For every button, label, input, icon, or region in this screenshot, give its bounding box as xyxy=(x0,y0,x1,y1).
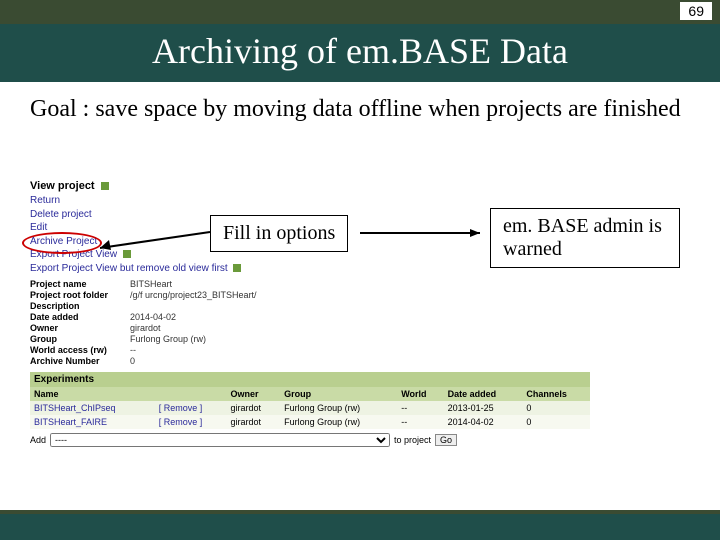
field-value: /g/f urcng/project23_BITSHeart/ xyxy=(130,290,257,300)
cell: 2013-01-25 xyxy=(444,401,523,415)
add-experiment-row: Add ---- to project Go xyxy=(30,433,590,447)
title-band: Archiving of em.BASE Data xyxy=(0,24,720,82)
project-fields: Project nameBITSHeart Project root folde… xyxy=(30,279,590,366)
arrow-right xyxy=(360,228,490,238)
col-blank xyxy=(155,387,227,401)
goal-text: Goal : save space by moving data offline… xyxy=(0,82,720,134)
cell: girardot xyxy=(227,401,281,415)
field-label: Archive Number xyxy=(30,356,130,366)
field-label: Description xyxy=(30,301,130,311)
callout-admin-warned: em. BASE admin is warned xyxy=(490,208,680,268)
add-experiment-select[interactable]: ---- xyxy=(50,433,390,447)
field-value: 0 xyxy=(130,356,135,366)
field-value: BITSHeart xyxy=(130,279,172,289)
experiment-name-link[interactable]: BITSHeart_ChIPseq xyxy=(30,401,155,415)
remove-button[interactable]: [ Remove ] xyxy=(155,401,227,415)
field-value: -- xyxy=(130,345,136,355)
cell: 2014-04-02 xyxy=(444,415,523,429)
callout-fill-options: Fill in options xyxy=(210,215,348,252)
go-button[interactable]: Go xyxy=(435,434,457,446)
slide-title: Archiving of em.BASE Data xyxy=(20,30,700,72)
table-row: BITSHeart_FAIRE [ Remove ] girardot Furl… xyxy=(30,415,590,429)
page-number: 69 xyxy=(680,2,712,20)
field-value: girardot xyxy=(130,323,161,333)
experiments-heading: Experiments xyxy=(30,372,590,387)
cell: -- xyxy=(397,415,443,429)
col-channels: Channels xyxy=(522,387,590,401)
field-label: Group xyxy=(30,334,130,344)
highlight-oval xyxy=(22,232,102,254)
top-bar: 69 xyxy=(0,0,720,24)
cell: 0 xyxy=(522,401,590,415)
help-icon[interactable] xyxy=(101,182,109,190)
cell: -- xyxy=(397,401,443,415)
col-group: Group xyxy=(280,387,397,401)
remove-button[interactable]: [ Remove ] xyxy=(155,415,227,429)
export-remove-link[interactable]: Export Project View but remove old view … xyxy=(30,263,228,274)
view-project-heading: View project xyxy=(30,180,95,192)
arrow-left xyxy=(95,230,215,260)
col-world: World xyxy=(397,387,443,401)
experiments-table: Name Owner Group World Date added Channe… xyxy=(30,387,590,429)
cell: girardot xyxy=(227,415,281,429)
field-label: World access (rw) xyxy=(30,345,130,355)
experiment-name-link[interactable]: BITSHeart_FAIRE xyxy=(30,415,155,429)
cell: Furlong Group (rw) xyxy=(280,401,397,415)
field-value: 2014-04-02 xyxy=(130,312,176,322)
add-suffix: to project xyxy=(394,435,431,445)
add-label: Add xyxy=(30,435,46,445)
footer-bar xyxy=(0,510,720,540)
col-name: Name xyxy=(30,387,155,401)
return-link[interactable]: Return xyxy=(30,194,590,208)
field-label: Date added xyxy=(30,312,130,322)
cell: 0 xyxy=(522,415,590,429)
cell: Furlong Group (rw) xyxy=(280,415,397,429)
field-label: Owner xyxy=(30,323,130,333)
field-label: Project root folder xyxy=(30,290,130,300)
col-date: Date added xyxy=(444,387,523,401)
help-icon[interactable] xyxy=(233,264,241,272)
col-owner: Owner xyxy=(227,387,281,401)
field-value: Furlong Group (rw) xyxy=(130,334,206,344)
table-row: BITSHeart_ChIPseq [ Remove ] girardot Fu… xyxy=(30,401,590,415)
field-label: Project name xyxy=(30,279,130,289)
